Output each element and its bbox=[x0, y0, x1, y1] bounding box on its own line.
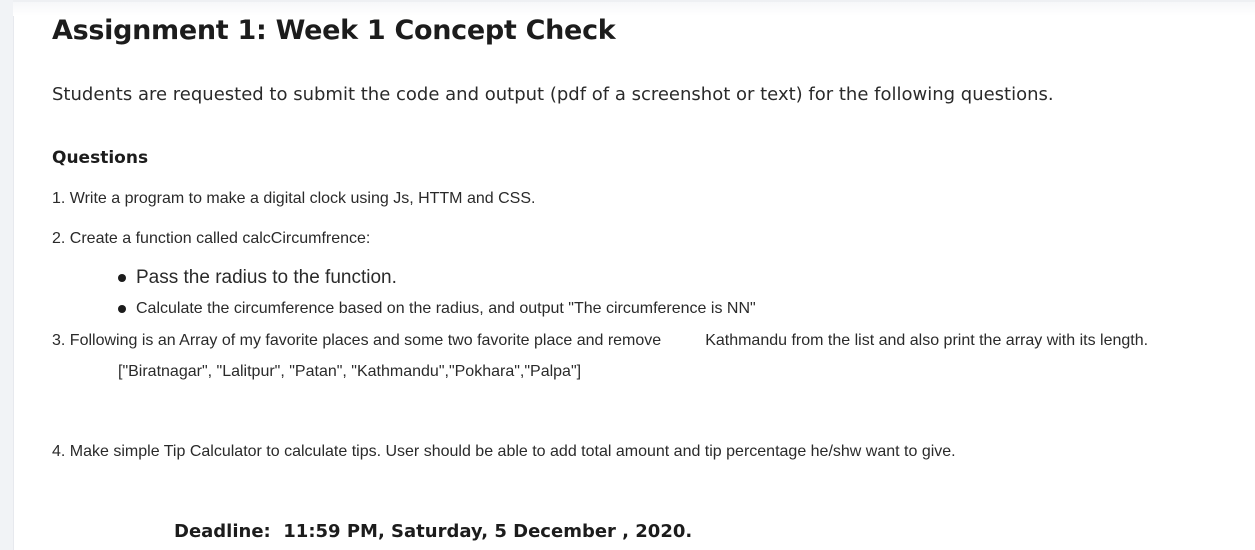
question-3-text-part2: Kathmandu from the list and also print t… bbox=[705, 332, 1149, 349]
left-gutter bbox=[0, 0, 14, 550]
questions-heading: Questions bbox=[52, 148, 149, 168]
question-1: 1. Write a program to make a digital clo… bbox=[52, 190, 536, 207]
bullet-item-radius: Pass the radius to the function. bbox=[118, 262, 756, 294]
intro-text: Students are requested to submit the cod… bbox=[52, 84, 1054, 105]
deadline-text: Deadline: 11:59 PM, Saturday, 5 December… bbox=[174, 521, 693, 542]
page-title: Assignment 1: Week 1 Concept Check bbox=[52, 15, 616, 46]
bullet-item-circumference: Calculate the circumference based on the… bbox=[118, 294, 756, 324]
question-2-bullet-list: Pass the radius to the function. Calcula… bbox=[118, 262, 756, 324]
places-array: ["Biratnagar", "Lalitpur", "Patan", "Kat… bbox=[118, 363, 582, 380]
question-4: 4. Make simple Tip Calculator to calcula… bbox=[52, 443, 956, 460]
question-2: 2. Create a function called calcCircumfr… bbox=[52, 230, 371, 247]
assignment-document: Assignment 1: Week 1 Concept Check Stude… bbox=[52, 0, 1242, 550]
question-3-text-part1: 3. Following is an Array of my favorite … bbox=[52, 332, 662, 349]
question-3: 3. Following is an Array of my favorite … bbox=[52, 332, 1148, 350]
